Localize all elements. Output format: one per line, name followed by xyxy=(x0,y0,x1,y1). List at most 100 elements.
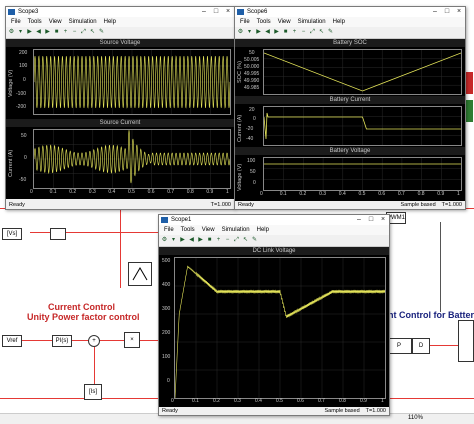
menu-tools[interactable]: Tools xyxy=(28,19,42,25)
scope3-toolbar: ⚙ ▾ ▶ ◀ ▶ ■ + − ⤢ ↖ ✎ xyxy=(6,27,234,39)
scope6-titlebar[interactable]: Scope6 – □ × xyxy=(235,7,465,17)
sum-block[interactable]: + xyxy=(88,335,100,347)
battery-voltage-axes[interactable] xyxy=(263,157,462,191)
maximize-button[interactable]: □ xyxy=(365,215,377,225)
run-icon[interactable]: ▶ xyxy=(26,29,33,36)
close-button[interactable]: × xyxy=(377,215,389,225)
step-forward-icon[interactable]: ▶ xyxy=(44,29,51,36)
settings-icon[interactable]: ⚙ xyxy=(237,29,244,36)
step-forward-icon[interactable]: ▶ xyxy=(197,237,204,244)
pi-controller-block[interactable]: PI(s) xyxy=(52,335,72,347)
edit-icon[interactable]: ✎ xyxy=(98,29,105,36)
menu-tools[interactable]: Tools xyxy=(181,227,195,233)
menu-simulation[interactable]: Simulation xyxy=(298,19,326,25)
goto-tag-block[interactable]: [Vs] xyxy=(2,228,22,240)
battery-block-d[interactable]: D xyxy=(412,338,430,354)
switch-block[interactable] xyxy=(128,262,152,286)
maximize-button[interactable]: □ xyxy=(210,7,222,17)
menu-view[interactable]: View xyxy=(202,227,215,233)
scope3-titlebar[interactable]: Scope3 – □ × xyxy=(6,7,234,17)
cursor-icon[interactable]: ↖ xyxy=(318,29,325,36)
battery-block[interactable] xyxy=(458,320,474,362)
step-back-icon[interactable]: ◀ xyxy=(264,29,271,36)
run-icon[interactable]: ▶ xyxy=(255,29,262,36)
scope3-plot-area[interactable]: Source Voltage Voltage (V) 200 100 0 -10… xyxy=(6,39,234,199)
x-tick-label: 0.6 xyxy=(297,398,304,404)
product-block[interactable]: × xyxy=(124,332,140,348)
axes-title: Battery Current xyxy=(235,96,465,104)
open-icon[interactable]: ▾ xyxy=(246,29,253,36)
source-current-axes[interactable] xyxy=(33,129,231,189)
autoscale-icon[interactable]: ⤢ xyxy=(309,29,316,36)
close-button[interactable]: × xyxy=(222,7,234,17)
source-voltage-axes[interactable] xyxy=(33,49,231,115)
x-tick-label: 0.6 xyxy=(147,189,155,195)
open-icon[interactable]: ▾ xyxy=(170,237,177,244)
edit-icon[interactable]: ✎ xyxy=(327,29,334,36)
scope1-plot-area[interactable]: DC Link Voltage 500 400 300 200 100 0 00… xyxy=(159,247,389,407)
maximize-button[interactable]: □ xyxy=(441,7,453,17)
zoom-in-icon[interactable]: + xyxy=(291,29,298,36)
settings-icon[interactable]: ⚙ xyxy=(8,29,15,36)
battery-soc-panel: Battery SOC SOC (%) 50 50.005 50.000 49.… xyxy=(235,39,465,95)
scope6-plot-area[interactable]: Battery SOC SOC (%) 50 50.005 50.000 49.… xyxy=(235,39,465,201)
zoom-out-icon[interactable]: − xyxy=(300,29,307,36)
minimize-button[interactable]: – xyxy=(429,7,441,17)
x-tick-label: 0.2 xyxy=(69,189,77,195)
menu-simulation[interactable]: Simulation xyxy=(222,227,250,233)
menu-file[interactable]: File xyxy=(164,227,174,233)
x-tick-label: 1 xyxy=(381,398,384,404)
zoom-in-icon[interactable]: + xyxy=(215,237,222,244)
scope-app-icon xyxy=(8,9,15,15)
x-tick-label: 0.5 xyxy=(276,398,283,404)
stop-icon[interactable]: ■ xyxy=(282,29,289,36)
menu-view[interactable]: View xyxy=(49,19,62,25)
x-tick-label: 0.7 xyxy=(397,191,405,197)
menu-simulation[interactable]: Simulation xyxy=(69,19,97,25)
battery-current-axes[interactable] xyxy=(263,106,462,146)
scope3-window[interactable]: Scope3 – □ × File Tools View Simulation … xyxy=(5,6,235,210)
section-heading-unity-pf: Unity Power factor control xyxy=(27,312,140,322)
stop-icon[interactable]: ■ xyxy=(53,29,60,36)
autoscale-icon[interactable]: ⤢ xyxy=(233,237,240,244)
stop-icon[interactable]: ■ xyxy=(206,237,213,244)
close-button[interactable]: × xyxy=(453,7,465,17)
menu-help[interactable]: Help xyxy=(333,19,345,25)
cursor-icon[interactable]: ↖ xyxy=(89,29,96,36)
scope1-window[interactable]: Scope1 – □ × File Tools View Simulation … xyxy=(158,214,390,416)
edit-icon[interactable]: ✎ xyxy=(251,237,258,244)
step-forward-icon[interactable]: ▶ xyxy=(273,29,280,36)
menu-help[interactable]: Help xyxy=(104,19,116,25)
zoom-out-icon[interactable]: − xyxy=(71,29,78,36)
dc-link-voltage-axes[interactable] xyxy=(174,257,386,399)
settings-icon[interactable]: ⚙ xyxy=(161,237,168,244)
signal-line xyxy=(440,222,441,312)
scope6-window[interactable]: Scope6 – □ × File Tools View Simulation … xyxy=(234,6,466,210)
section-heading-current-control: Current Control xyxy=(48,302,115,312)
battery-soc-axes[interactable] xyxy=(263,49,462,95)
run-icon[interactable]: ▶ xyxy=(179,237,186,244)
menu-file[interactable]: File xyxy=(11,19,21,25)
feedback-tag-block[interactable]: [Is] xyxy=(84,384,102,400)
y-tick-label: 50 xyxy=(21,133,27,139)
menu-file[interactable]: File xyxy=(240,19,250,25)
cursor-icon[interactable]: ↖ xyxy=(242,237,249,244)
autoscale-icon[interactable]: ⤢ xyxy=(80,29,87,36)
scope6-menubar: File Tools View Simulation Help xyxy=(235,17,465,27)
open-icon[interactable]: ▾ xyxy=(17,29,24,36)
menu-help[interactable]: Help xyxy=(257,227,269,233)
scope-block[interactable] xyxy=(50,228,66,240)
y-tick-label: 0 xyxy=(253,116,256,122)
scope1-titlebar[interactable]: Scope1 – □ × xyxy=(159,215,389,225)
minimize-button[interactable]: – xyxy=(198,7,210,17)
menu-view[interactable]: View xyxy=(278,19,291,25)
menu-tools[interactable]: Tools xyxy=(257,19,271,25)
zoom-out-icon[interactable]: − xyxy=(224,237,231,244)
step-back-icon[interactable]: ◀ xyxy=(188,237,195,244)
vref-block[interactable]: Vref xyxy=(2,335,22,347)
step-back-icon[interactable]: ◀ xyxy=(35,29,42,36)
minimize-button[interactable]: – xyxy=(353,215,365,225)
source-voltage-panel: Source Voltage Voltage (V) 200 100 0 -10… xyxy=(6,39,234,117)
axes-title: DC Link Voltage xyxy=(159,247,389,255)
zoom-in-icon[interactable]: + xyxy=(62,29,69,36)
